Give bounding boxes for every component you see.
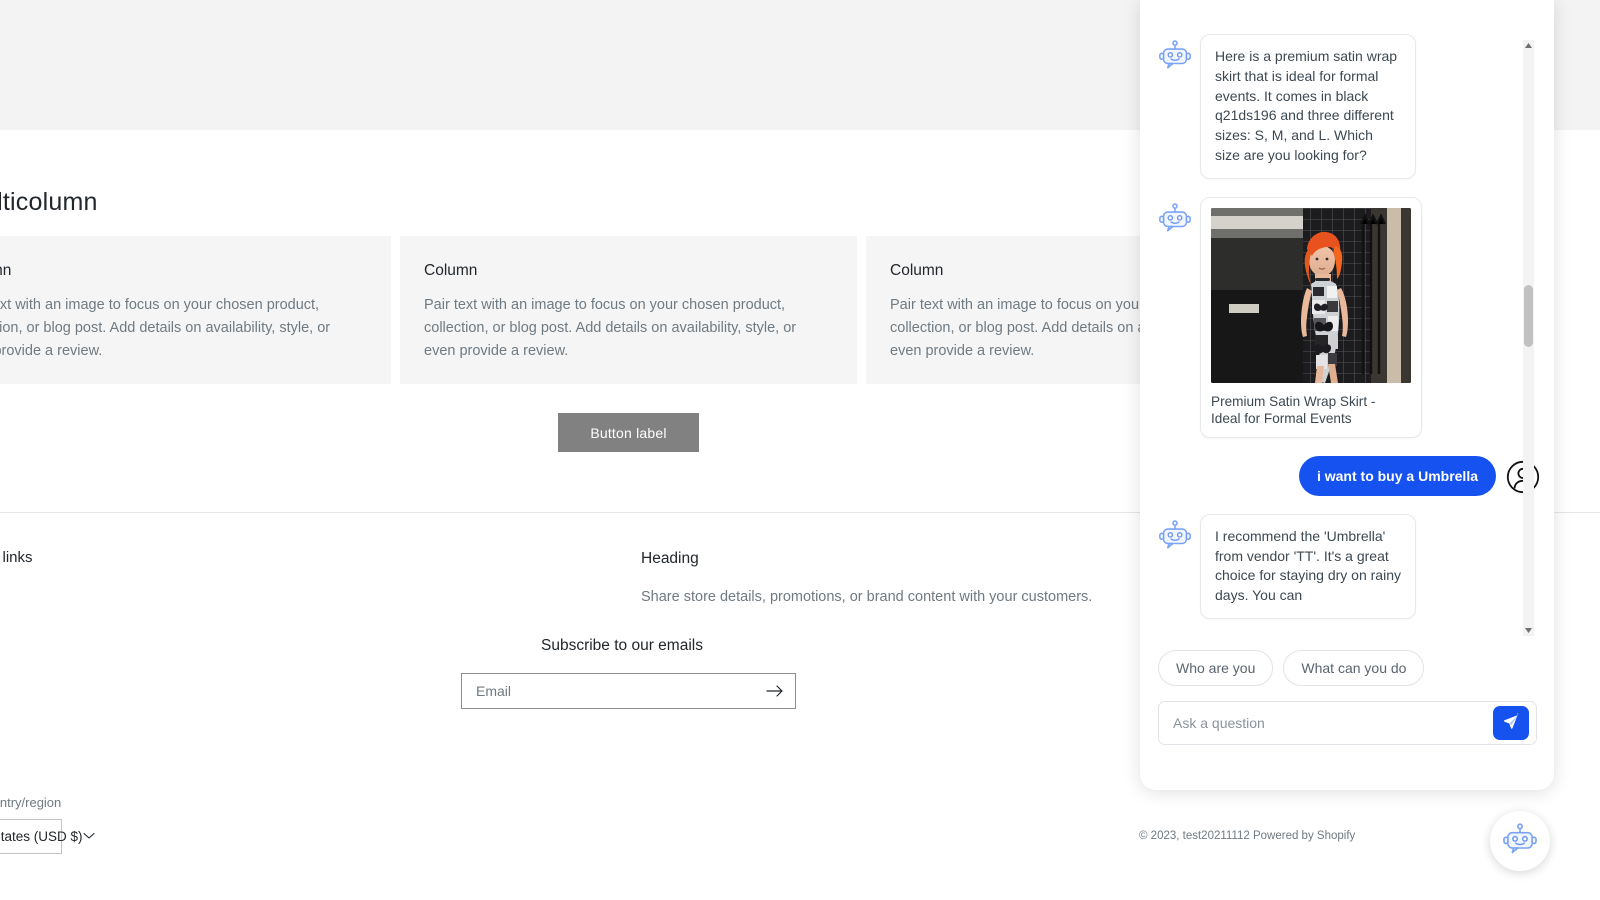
quick-reply-who-are-you[interactable]: Who are you bbox=[1158, 650, 1274, 686]
chat-bubble-user-text: i want to buy a Umbrella bbox=[1298, 455, 1496, 496]
email-field[interactable] bbox=[462, 674, 755, 708]
chat-message-bot: I recommend the 'Umbrella' from vendor '… bbox=[1140, 513, 1554, 619]
chat-message-user: i want to buy a Umbrella bbox=[1140, 455, 1554, 496]
robot-icon bbox=[1158, 518, 1192, 552]
chat-scrollbar[interactable] bbox=[1523, 40, 1534, 636]
multicolumn-section-title: Multicolumn bbox=[0, 188, 98, 216]
footer-heading: Heading bbox=[641, 550, 699, 567]
quick-reply-what-can-you-do[interactable]: What can you do bbox=[1283, 650, 1425, 686]
button-label-button[interactable]: Button label bbox=[558, 413, 699, 452]
product-card[interactable]: Premium Satin Wrap Skirt - Ideal for For… bbox=[1200, 196, 1422, 438]
newsletter-form bbox=[461, 673, 796, 709]
chat-bubble-text: Here is a premium satin wrap skirt that … bbox=[1200, 34, 1416, 179]
chat-launcher-button[interactable] bbox=[1490, 811, 1550, 871]
chat-composer bbox=[1158, 701, 1537, 745]
page-root: Multicolumn Column Pair text with an ima… bbox=[0, 0, 1600, 900]
send-button[interactable] bbox=[1493, 706, 1529, 740]
quick-reply-list: Who are you What can you do bbox=[1140, 650, 1554, 686]
robot-icon bbox=[1158, 201, 1192, 235]
chevron-down-icon bbox=[83, 831, 95, 843]
chevron-down-icon[interactable] bbox=[1523, 625, 1534, 636]
chat-message-bot: Here is a premium satin wrap skirt that … bbox=[1140, 34, 1554, 179]
region-label: Country/region bbox=[0, 795, 62, 810]
region-select-value: United States (USD $) bbox=[0, 829, 83, 844]
robot-icon bbox=[1502, 821, 1538, 862]
robot-icon bbox=[1158, 38, 1192, 72]
column-card-2: Column Pair text with an image to focus … bbox=[400, 236, 857, 384]
subscribe-title: Subscribe to our emails bbox=[541, 637, 703, 654]
chat-widget-panel: Here is a premium satin wrap skirt that … bbox=[1140, 0, 1554, 790]
chat-bubble-text: I recommend the 'Umbrella' from vendor '… bbox=[1200, 513, 1416, 619]
chevron-up-icon[interactable] bbox=[1523, 40, 1534, 51]
chat-message-bot-product: Premium Satin Wrap Skirt - Ideal for For… bbox=[1140, 196, 1554, 438]
chat-scrollbar-thumb[interactable] bbox=[1524, 285, 1533, 347]
product-card-title: Premium Satin Wrap Skirt - Ideal for For… bbox=[1211, 393, 1376, 426]
arrow-right-icon[interactable] bbox=[755, 674, 795, 708]
chat-input[interactable] bbox=[1159, 715, 1493, 731]
footer-subtext: Share store details, promotions, or bran… bbox=[641, 589, 1093, 605]
column-title: Column bbox=[424, 262, 478, 279]
copyright-text: © 2023, test20211112 Powered by Shopify bbox=[1139, 830, 1356, 842]
column-title: Column bbox=[0, 262, 12, 279]
column-card-1: Column Pair text with an image to focus … bbox=[0, 236, 391, 384]
column-body: Pair text with an image to focus on your… bbox=[0, 297, 331, 359]
footer-quick-links-heading: Quick links bbox=[0, 549, 33, 566]
send-paper-plane-icon bbox=[1503, 713, 1520, 733]
chat-message-list[interactable]: Here is a premium satin wrap skirt that … bbox=[1140, 34, 1554, 638]
product-image bbox=[1211, 207, 1411, 383]
region-select[interactable]: United States (USD $) bbox=[0, 819, 95, 854]
column-body: Pair text with an image to focus on your… bbox=[424, 297, 797, 359]
